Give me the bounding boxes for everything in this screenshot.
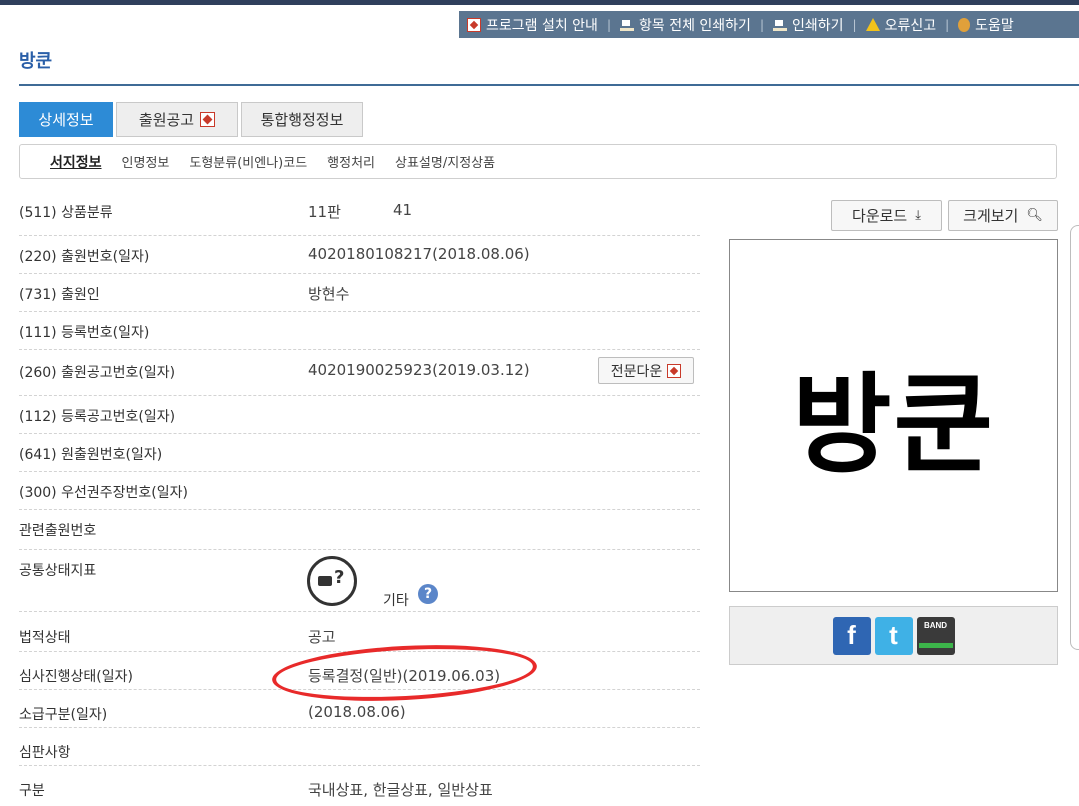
side-panel: [1070, 225, 1079, 650]
row-label: (112) 등록공고번호(일자): [19, 409, 176, 425]
full-text-download-button[interactable]: 전문다운: [598, 357, 694, 384]
subtab-vienna-code[interactable]: 도형분류(비엔나)코드: [189, 152, 307, 171]
help-link[interactable]: 도움말: [958, 15, 1014, 35]
subtab-person-info[interactable]: 인명정보: [122, 152, 170, 171]
print-link[interactable]: 인쇄하기: [773, 15, 844, 35]
exam-status-value: 등록결정(일반)(2019.06.03): [308, 667, 501, 685]
sub-tabs: 서지정보 인명정보 도형분류(비엔나)코드 행정처리 상표설명/지정상품: [19, 144, 1057, 179]
table-row: (511) 상품분류 11판 41: [19, 190, 700, 236]
row-label: (260) 출원공고번호(일자): [19, 365, 176, 381]
download-icon: ⤓: [915, 208, 921, 223]
row-value: 방현수: [308, 285, 350, 303]
warning-icon: [865, 18, 880, 31]
print-icon: [773, 19, 787, 31]
row-label: (300) 우선권주장번호(일자): [19, 485, 188, 501]
row-label: 심사진행상태(일자): [19, 669, 133, 685]
help-icon: [958, 17, 971, 32]
table-row: (731) 출원인 방현수: [19, 274, 700, 312]
row-label: 법적상태: [19, 630, 71, 646]
band-icon[interactable]: BAND: [916, 616, 955, 655]
separator: |: [759, 17, 764, 32]
report-error-link[interactable]: 오류신고: [865, 15, 936, 35]
separator: |: [945, 17, 950, 32]
trademark-text: 방쿤: [792, 362, 995, 488]
row-value: 공고: [308, 628, 336, 646]
row-label: (111) 등록번호(일자): [19, 325, 150, 341]
row-value: 11판: [308, 203, 341, 221]
table-row: 소급구분(일자) (2018.08.06): [19, 690, 700, 728]
row-value: 4020190025923(2019.03.12): [308, 361, 530, 379]
table-row: 심판사항: [19, 728, 700, 766]
row-value: (2018.08.06): [308, 703, 406, 721]
row-value: 4020180108217(2018.08.06): [308, 245, 530, 263]
facebook-icon[interactable]: f: [832, 616, 871, 655]
utility-nav: 프로그램 설치 안내 | 항목 전체 인쇄하기 | 인쇄하기 | 오류신고 | …: [459, 11, 1079, 38]
download-button[interactable]: 다운로드 ⤓: [831, 200, 942, 231]
status-label: 기타: [383, 593, 409, 609]
magnifier-icon: 🔍︎: [1026, 208, 1043, 223]
question-icon[interactable]: ?: [418, 584, 438, 604]
table-row: (111) 등록번호(일자): [19, 312, 700, 350]
row-label: (641) 원출원번호(일자): [19, 447, 163, 463]
row-label: 심판사항: [19, 745, 71, 761]
separator: |: [852, 17, 857, 32]
subtab-goods[interactable]: 상표설명/지정상품: [395, 152, 495, 171]
subtab-bibliographic[interactable]: 서지정보: [50, 152, 102, 172]
tab-detail-info[interactable]: 상세정보: [19, 102, 113, 137]
trademark-image: 방쿤: [729, 239, 1058, 592]
table-row: 구분 국내상표, 한글상표, 일반상표: [19, 766, 700, 806]
pdf-icon: [667, 363, 682, 378]
table-row: 관련출원번호: [19, 510, 700, 550]
pdf-icon: [200, 112, 216, 127]
subtab-admin-process[interactable]: 행정처리: [327, 152, 375, 171]
row-value: 41: [393, 201, 413, 219]
table-row: (300) 우선권주장번호(일자): [19, 472, 700, 510]
main-tabs: 상세정보 출원공고 통합행정정보: [19, 102, 366, 137]
tab-integrated-admin[interactable]: 통합행정정보: [241, 102, 363, 137]
twitter-icon[interactable]: t: [874, 616, 913, 655]
tab-application-publication[interactable]: 출원공고: [116, 102, 238, 137]
row-label: (511) 상품분류: [19, 205, 113, 221]
title-divider: [19, 84, 1079, 86]
top-bar: [0, 0, 1079, 5]
page-title: 방쿤: [19, 51, 53, 72]
table-row: (220) 출원번호(일자) 4020180108217(2018.08.06): [19, 236, 700, 274]
row-value: 국내상표, 한글상표, 일반상표: [308, 781, 493, 799]
print-all-link[interactable]: 항목 전체 인쇄하기: [620, 15, 751, 35]
row-label: 관련출원번호: [19, 523, 97, 539]
zoom-button[interactable]: 크게보기 🔍︎: [948, 200, 1058, 231]
row-label: 구분: [19, 783, 45, 799]
row-label: 공통상태지표: [19, 563, 97, 579]
row-label: 소급구분(일자): [19, 707, 108, 723]
pdf-icon: [467, 17, 481, 32]
separator: |: [606, 17, 611, 32]
row-label: (220) 출원번호(일자): [19, 249, 150, 265]
share-bar: f t BAND: [729, 606, 1058, 665]
table-row: 공통상태지표: [19, 550, 700, 612]
table-row: (641) 원출원번호(일자): [19, 434, 700, 472]
row-label: (731) 출원인: [19, 287, 100, 303]
table-row: 심사진행상태(일자) 등록결정(일반)(2019.06.03): [19, 652, 700, 690]
table-row: 법적상태 공고: [19, 612, 700, 652]
table-row: (112) 등록공고번호(일자): [19, 396, 700, 434]
install-guide-link[interactable]: 프로그램 설치 안내: [467, 15, 598, 35]
status-indicator-icon: [307, 556, 357, 606]
print-icon: [620, 19, 634, 31]
